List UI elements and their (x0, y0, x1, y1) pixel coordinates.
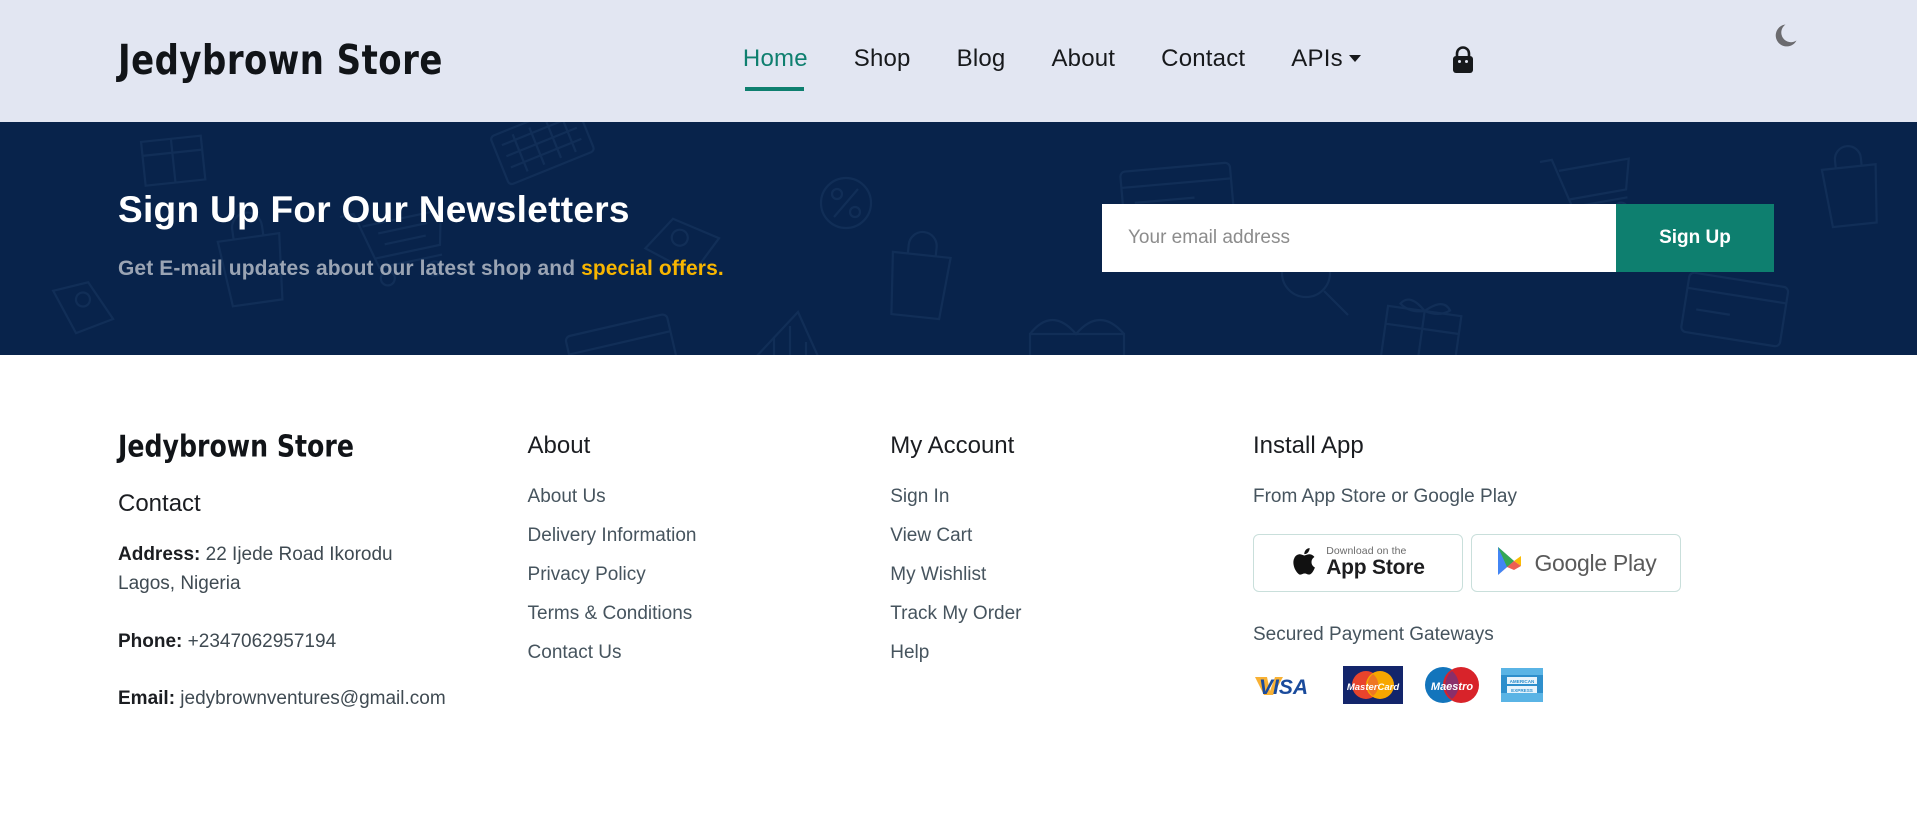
nav-item-home[interactable]: Home (743, 45, 808, 91)
app-store-big-label: App Store (1326, 556, 1425, 580)
newsletter-section: Sign Up For Our Newsletters Get E-mail u… (0, 122, 1917, 355)
link-my-wishlist[interactable]: My Wishlist (890, 564, 1253, 586)
site-header: Jedybrown Store Home Shop Blog About Con… (0, 0, 1917, 122)
amex-logo-icon: AMERICAN EXPRESS (1500, 668, 1543, 707)
contact-email-label: Email: (118, 688, 176, 710)
app-store-text: Download on the App Store (1326, 546, 1425, 579)
nav-item-shop[interactable]: Shop (854, 45, 911, 77)
store-badges: Download on the App Store Google Play (1252, 534, 1799, 592)
app-store-badge[interactable]: Download on the App Store (1252, 534, 1463, 592)
footer-logo[interactable]: Jedybrown Store (118, 429, 515, 464)
apple-logo-icon (1291, 545, 1317, 582)
newsletter-subtitle-plain: Get E-mail updates about our latest shop… (118, 256, 582, 280)
link-delivery-information[interactable]: Delivery Information (528, 525, 891, 547)
main-navigation: Home Shop Blog About Contact APIs (743, 45, 1477, 91)
moon-icon[interactable] (1769, 16, 1809, 56)
nav-item-about[interactable]: About (1051, 45, 1115, 77)
link-sign-in[interactable]: Sign In (890, 486, 1253, 508)
link-terms-conditions[interactable]: Terms & Conditions (528, 603, 891, 625)
svg-text:EXPRESS: EXPRESS (1511, 688, 1533, 693)
google-play-badge[interactable]: Google Play (1470, 534, 1681, 592)
contact-phone-value: +2347062957194 (182, 630, 337, 652)
maestro-logo-icon: Maestro (1419, 666, 1485, 709)
link-track-my-order[interactable]: Track My Order (890, 603, 1253, 625)
nav-item-apis[interactable]: APIs (1291, 45, 1362, 77)
contact-phone: Phone: +2347062957194 (118, 627, 448, 656)
newsletter-subtitle-highlight: special offers. (581, 256, 724, 280)
newsletter-title: Sign Up For Our Newsletters (118, 188, 630, 230)
contact-heading: Contact (118, 490, 201, 517)
svg-text:AMERICAN: AMERICAN (1510, 679, 1535, 684)
svg-text:Maestro: Maestro (1431, 681, 1473, 693)
about-column-title: About (527, 432, 591, 459)
chevron-down-icon (1347, 45, 1363, 73)
site-footer: Jedybrown Store Contact Address: 22 Ijed… (0, 355, 1917, 742)
google-play-label: Google Play (1534, 549, 1657, 576)
newsletter-form: Sign Up (1102, 203, 1774, 272)
mastercard-logo-icon: MasterCard (1342, 666, 1403, 709)
newsletter-subtitle: Get E-mail updates about our latest shop… (118, 257, 1018, 281)
signup-button[interactable]: Sign Up (1616, 203, 1774, 272)
svg-text:VISA: VISA (1259, 676, 1308, 699)
shopping-bag-icon[interactable] (1449, 46, 1477, 76)
contact-phone-label: Phone: (118, 630, 183, 652)
link-about-us[interactable]: About Us (528, 486, 891, 508)
footer-column-about: About About Us Delivery Information Priv… (528, 432, 891, 742)
footer-column-brand: Jedybrown Store Contact Address: 22 Ijed… (118, 429, 528, 742)
account-link-list: Sign In View Cart My Wishlist Track My O… (890, 486, 1253, 664)
contact-email-value: jedybrownventures@gmail.com (175, 688, 446, 710)
contact-address-label: Address: (118, 544, 201, 565)
nav-item-blog[interactable]: Blog (957, 45, 1006, 77)
link-view-cart[interactable]: View Cart (890, 525, 1253, 547)
google-play-logo-icon (1495, 545, 1525, 582)
visa-logo-icon: VISA (1253, 671, 1327, 704)
contact-email: Email: jedybrownventures@gmail.com (118, 684, 448, 713)
payment-logos: VISA MasterCard Maestro AMERICAN EXPRESS (1253, 666, 1799, 709)
link-help[interactable]: Help (890, 642, 1253, 664)
nav-item-apis-label: APIs (1291, 45, 1343, 72)
svg-text:MasterCard: MasterCard (1347, 682, 1399, 693)
secured-payment-label: Secured Payment Gateways (1252, 624, 1494, 645)
install-app-subtitle: From App Store or Google Play (1252, 486, 1517, 507)
email-input[interactable] (1102, 203, 1616, 272)
about-link-list: About Us Delivery Information Privacy Po… (528, 486, 891, 664)
contact-address: Address: 22 Ijede Road Ikorodu Lagos, Ni… (118, 540, 448, 599)
site-logo[interactable]: Jedybrown Store (118, 37, 443, 84)
link-privacy-policy[interactable]: Privacy Policy (528, 564, 891, 586)
link-contact-us[interactable]: Contact Us (528, 642, 891, 664)
account-column-title: My Account (890, 432, 1015, 459)
install-app-title: Install App (1252, 432, 1364, 459)
footer-column-account: My Account Sign In View Cart My Wishlist… (890, 432, 1253, 742)
nav-item-contact[interactable]: Contact (1161, 45, 1245, 77)
footer-column-install-app: Install App From App Store or Google Pla… (1252, 432, 1799, 742)
